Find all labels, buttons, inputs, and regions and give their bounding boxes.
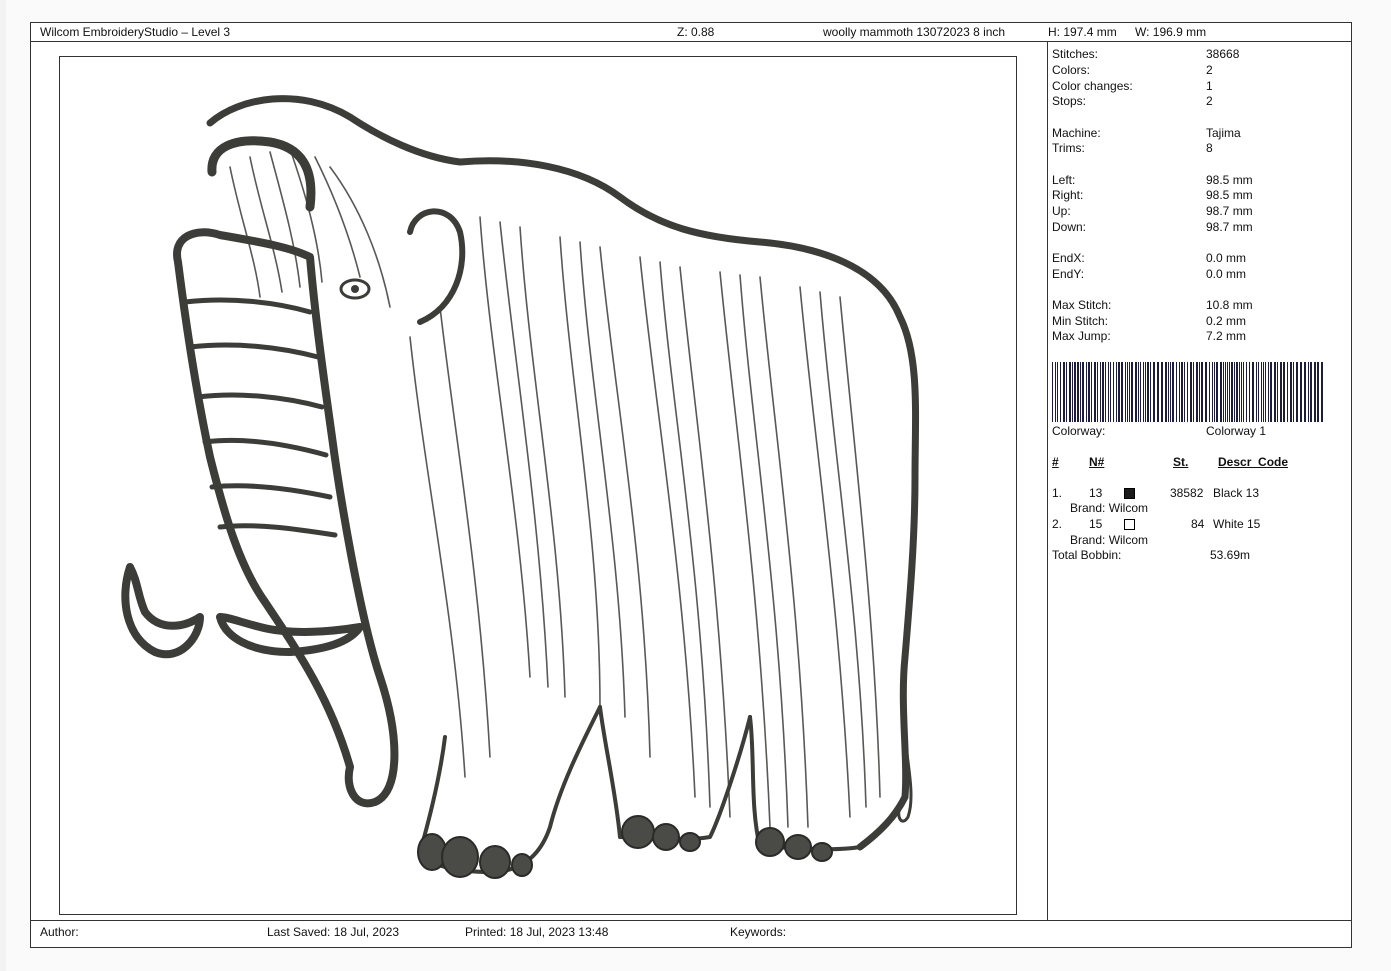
col-header-number: N# xyxy=(1089,455,1105,469)
color-brand: Brand: Wilcom xyxy=(1070,501,1149,515)
footer-bar: Author: Last Saved: 18 Jul, 2023 Printed… xyxy=(31,920,1351,947)
last-saved: Last Saved: 18 Jul, 2023 xyxy=(267,925,400,939)
author-label: Author: xyxy=(40,925,79,939)
color-number: 15 xyxy=(1089,517,1103,531)
page-edge xyxy=(0,0,6,971)
mammoth-embroidery-image xyxy=(121,95,920,879)
design-height: H: 197.4 mm xyxy=(1048,25,1117,39)
barcode xyxy=(1052,362,1323,422)
header-bar: Wilcom EmbroideryStudio – Level 3 Z: 0.8… xyxy=(31,23,1351,42)
design-name: woolly mammoth 13072023 8 inch xyxy=(823,25,1006,39)
color-index: 1. xyxy=(1052,486,1063,500)
zoom-level: Z: 0.88 xyxy=(677,25,715,39)
color-index: 2. xyxy=(1052,517,1063,531)
app-title: Wilcom EmbroideryStudio – Level 3 xyxy=(40,25,231,39)
color-description: White 15 xyxy=(1213,517,1261,531)
color-swatch xyxy=(1124,519,1135,530)
color-swatch xyxy=(1124,488,1135,499)
printed-date: Printed: 18 Jul, 2023 13:48 xyxy=(465,925,609,939)
color-description: Black 13 xyxy=(1213,486,1260,500)
color-stitches: 38582 xyxy=(1170,486,1204,500)
panel-divider xyxy=(1047,41,1048,921)
col-header-description: Descr_Code xyxy=(1218,455,1289,469)
design-width: W: 196.9 mm xyxy=(1135,25,1207,39)
print-preview-sheet: Wilcom EmbroideryStudio – Level 3 Z: 0.8… xyxy=(30,22,1352,948)
color-brand: Brand: Wilcom xyxy=(1070,533,1149,547)
col-header-index: # xyxy=(1052,455,1059,469)
design-preview-frame xyxy=(59,56,1017,915)
color-stitches: 84 xyxy=(1191,517,1205,531)
color-number: 13 xyxy=(1089,486,1103,500)
keywords-label: Keywords: xyxy=(730,925,787,939)
col-header-stitches: St. xyxy=(1173,455,1189,469)
